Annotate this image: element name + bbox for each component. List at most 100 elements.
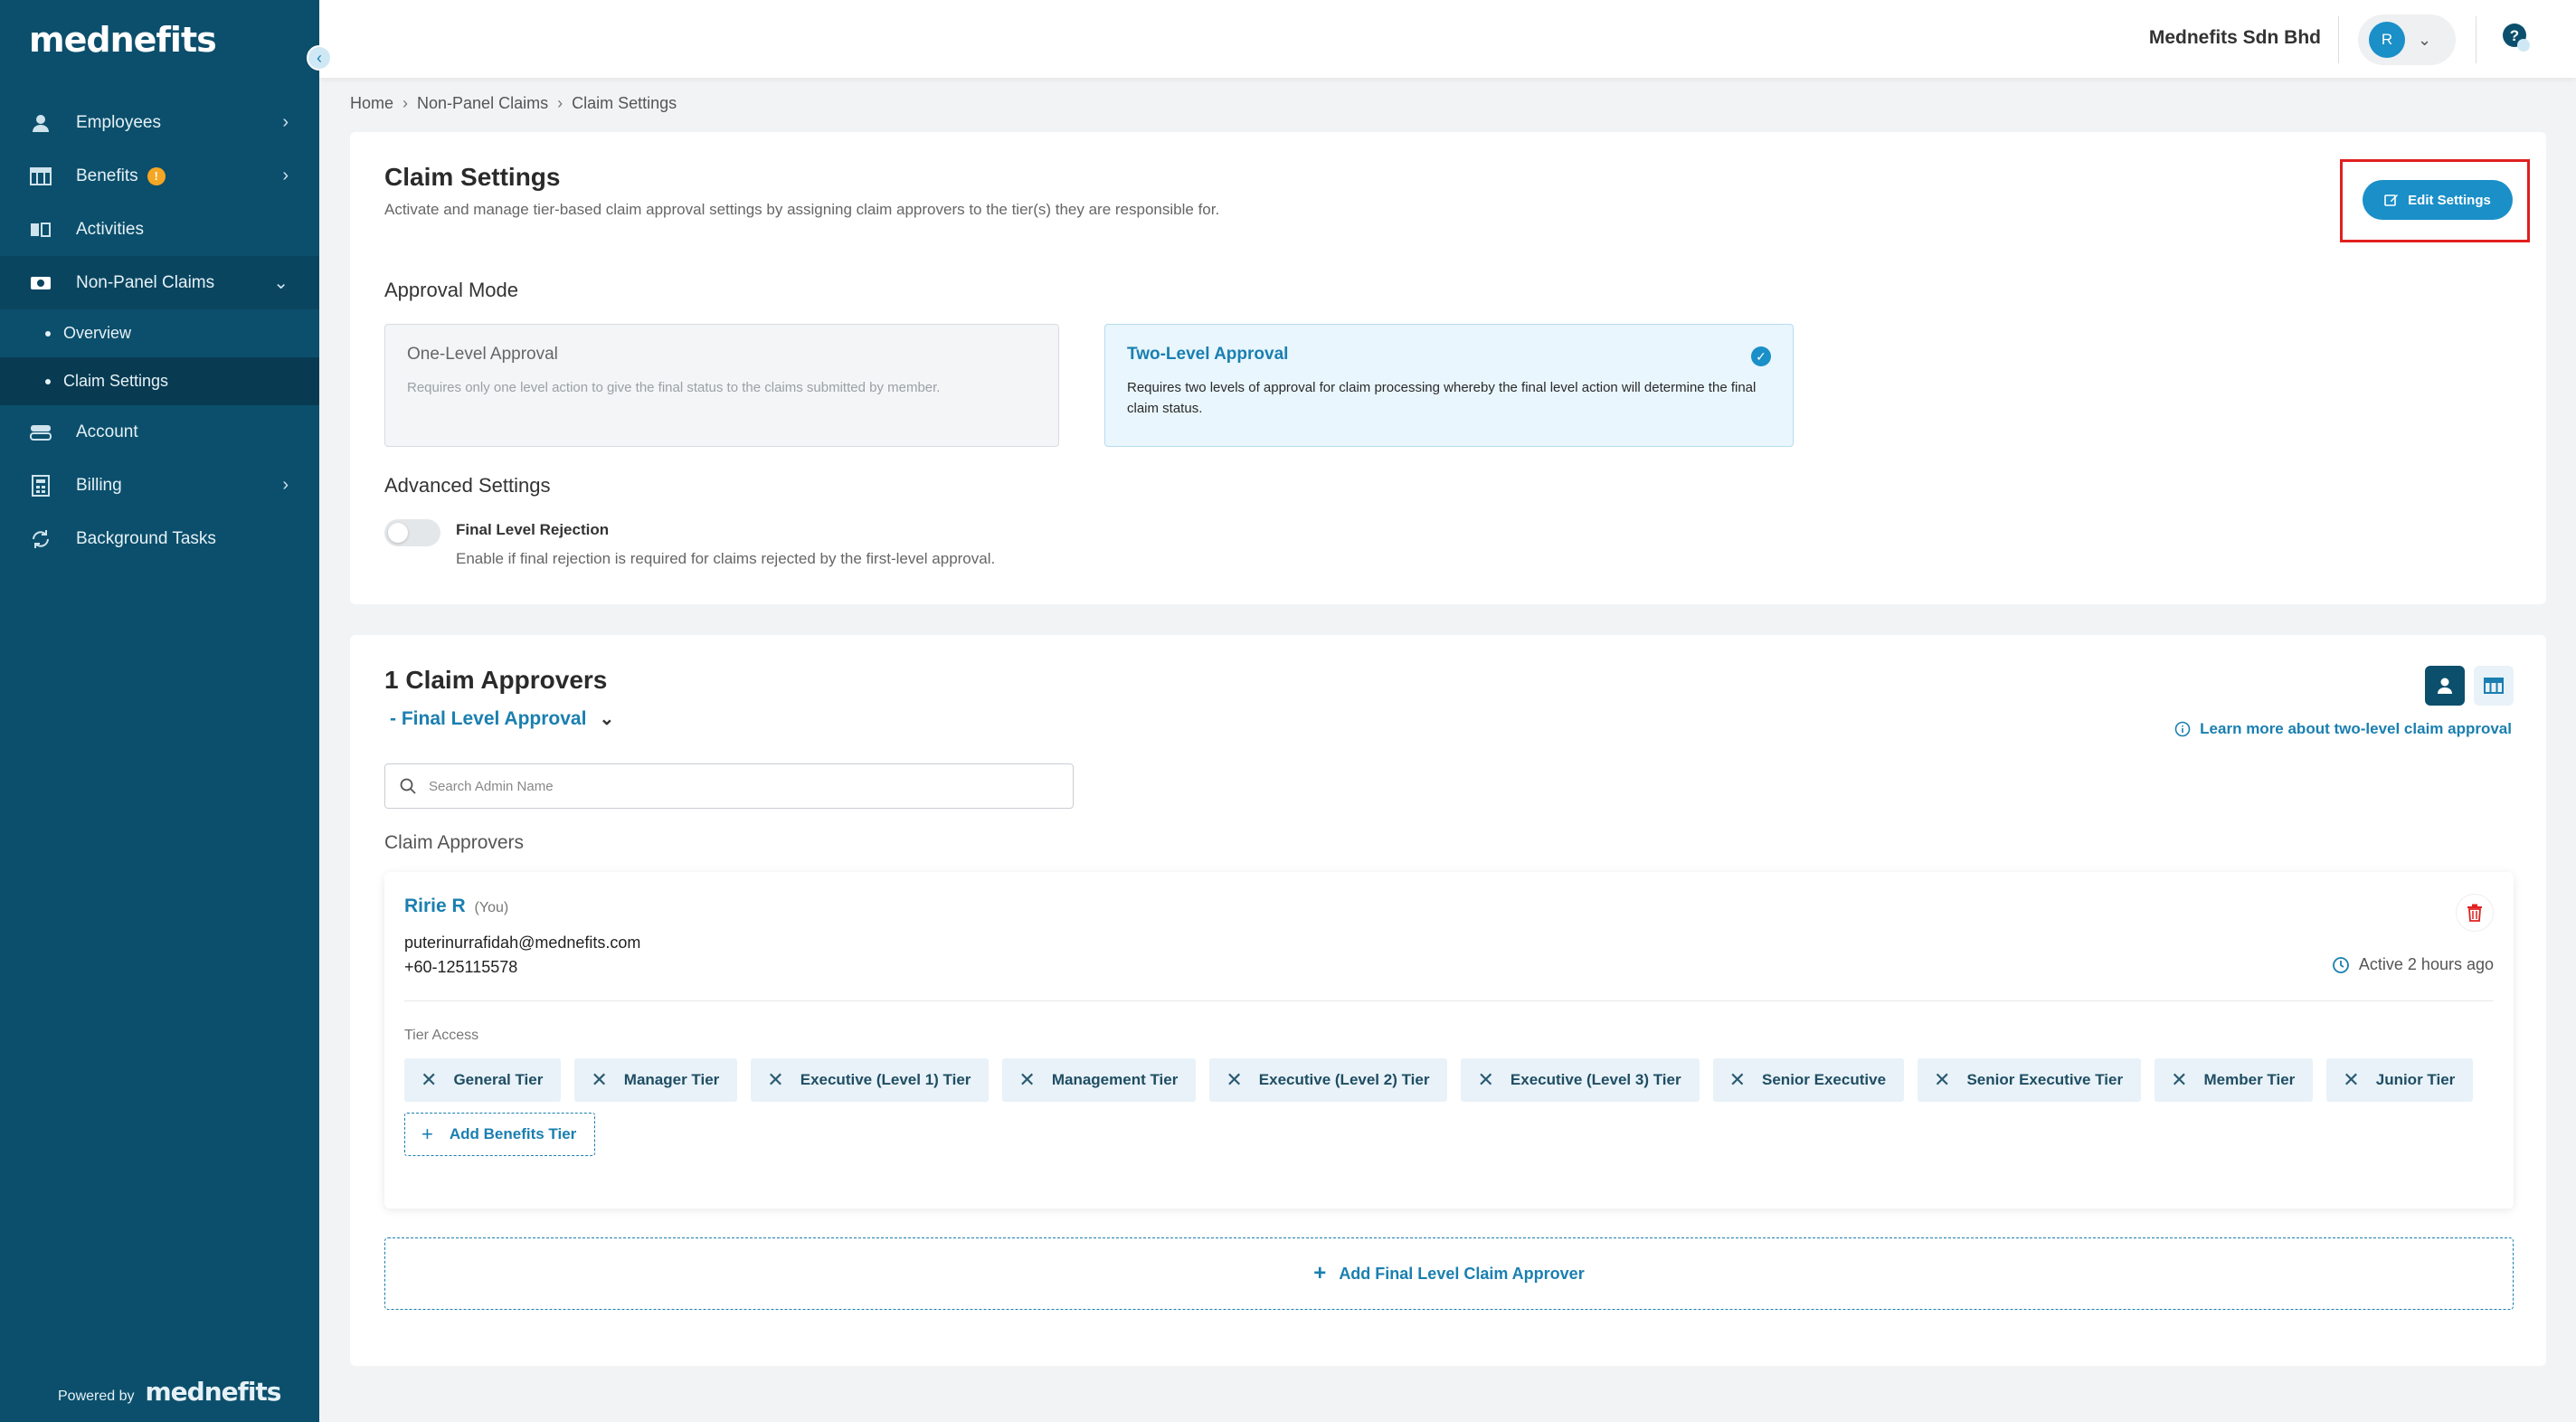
page-description: Activate and manage tier-based claim app… bbox=[384, 201, 1220, 218]
delete-approver-button[interactable] bbox=[2456, 894, 2494, 932]
toggle-label: Final Level Rejection bbox=[456, 521, 610, 538]
add-final-level-approver-button[interactable]: + Add Final Level Claim Approver bbox=[384, 1237, 2514, 1310]
learn-more-link[interactable]: Learn more about two-level claim approva… bbox=[2174, 720, 2512, 738]
sidebar-item-employees[interactable]: Employees › bbox=[0, 96, 319, 149]
tier-label: Executive (Level 3) Tier bbox=[1510, 1071, 1681, 1088]
breadcrumb-home[interactable]: Home bbox=[350, 94, 393, 113]
chevron-down-icon: ⌄ bbox=[2418, 30, 2432, 49]
remove-tier-icon[interactable]: ✕ bbox=[1018, 1070, 1035, 1090]
help-icon[interactable]: ? bbox=[2500, 22, 2533, 54]
you-tag: (You) bbox=[474, 900, 509, 915]
trash-icon bbox=[2467, 904, 2482, 922]
add-benefits-tier-button[interactable]: + Add Benefits Tier bbox=[404, 1113, 596, 1156]
last-active-status: Active 2 hours ago bbox=[2332, 955, 2494, 974]
plus-icon: + bbox=[1313, 1261, 1327, 1285]
remove-tier-icon[interactable]: ✕ bbox=[1477, 1070, 1493, 1090]
divider bbox=[2476, 16, 2477, 63]
sidebar-item-label: Background Tasks bbox=[76, 528, 216, 548]
clock-icon bbox=[2333, 956, 2349, 973]
search-icon bbox=[400, 778, 416, 794]
table-view-button[interactable] bbox=[2474, 666, 2514, 706]
tier-chip: ✕ Executive (Level 3) Tier bbox=[1461, 1058, 1700, 1102]
mode-title: One-Level Approval bbox=[407, 345, 558, 364]
breadcrumb-current: Claim Settings bbox=[572, 94, 677, 112]
sidebar-item-label: Billing bbox=[76, 475, 122, 495]
approval-level-label: - Final Level Approval bbox=[390, 707, 587, 729]
card-view-button[interactable] bbox=[2425, 666, 2465, 706]
remove-tier-icon[interactable]: ✕ bbox=[1934, 1070, 1950, 1090]
tier-label: Member Tier bbox=[2203, 1071, 2296, 1088]
one-level-approval-option[interactable]: One-Level Approval Requires only one lev… bbox=[384, 324, 1059, 447]
tier-label: General Tier bbox=[453, 1071, 544, 1088]
breadcrumb-non-panel-claims[interactable]: Non-Panel Claims bbox=[417, 94, 548, 113]
remove-tier-icon[interactable]: ✕ bbox=[1729, 1070, 1746, 1090]
tier-label: Senior Executive bbox=[1762, 1071, 1887, 1088]
approvers-title: 1 Claim Approvers bbox=[384, 666, 608, 694]
claim-approvers-card: 1 Claim Approvers - Final Level Approval… bbox=[350, 635, 2546, 1366]
claim-settings-card: Claim Settings Activate and manage tier-… bbox=[350, 132, 2546, 604]
bullet-icon bbox=[45, 378, 51, 384]
sidebar-item-label: Account bbox=[76, 422, 138, 441]
sidebar-subitem-claim-settings[interactable]: Claim Settings bbox=[0, 357, 319, 405]
mednefits-logo[interactable]: mednefits bbox=[29, 20, 217, 60]
user-menu-button[interactable]: R ⌄ bbox=[2358, 14, 2456, 65]
advanced-settings-title: Advanced Settings bbox=[384, 474, 551, 497]
add-final-label: Add Final Level Claim Approver bbox=[1339, 1264, 1585, 1283]
warning-badge: ! bbox=[147, 166, 166, 185]
sidebar-item-account[interactable]: Account bbox=[0, 405, 319, 459]
collapse-sidebar-button[interactable]: ‹ bbox=[307, 45, 332, 71]
tier-label: Junior Tier bbox=[2375, 1071, 2456, 1088]
tier-chips: ✕ General Tier ✕ Manager Tier ✕ Executive (… bbox=[404, 1058, 2494, 1156]
chevron-right-icon: › bbox=[282, 112, 289, 132]
remove-tier-icon[interactable]: ✕ bbox=[2343, 1070, 2359, 1090]
sidebar-item-activities[interactable]: Activities bbox=[0, 203, 319, 256]
approver-name-text: Ririe R bbox=[404, 896, 466, 916]
remove-tier-icon[interactable]: ✕ bbox=[2171, 1070, 2187, 1090]
table-icon bbox=[2484, 678, 2504, 694]
plus-icon: + bbox=[421, 1123, 433, 1145]
approver-name[interactable]: Ririe R (You) bbox=[404, 896, 508, 917]
sidebar-item-label: Benefits bbox=[76, 166, 138, 185]
person-icon bbox=[29, 113, 52, 133]
sidebar-item-label: Activities bbox=[76, 219, 144, 239]
tier-label: Executive (Level 2) Tier bbox=[1258, 1071, 1430, 1088]
tier-chip: ✕ Junior Tier bbox=[2326, 1058, 2474, 1102]
sidebar-item-background-tasks[interactable]: Background Tasks bbox=[0, 512, 319, 565]
tier-access-label: Tier Access bbox=[404, 1028, 479, 1043]
account-icon bbox=[29, 422, 52, 442]
tier-chip: ✕ Senior Executive Tier bbox=[1918, 1058, 2142, 1102]
search-admin-field[interactable] bbox=[384, 763, 1074, 809]
tier-label: Management Tier bbox=[1051, 1071, 1179, 1088]
powered-by: Powered by mednefits bbox=[58, 1377, 281, 1407]
sidebar-item-benefits[interactable]: Benefits ! › bbox=[0, 149, 319, 203]
approval-level-dropdown[interactable]: - Final Level Approval ⌄ bbox=[390, 707, 614, 730]
check-circle-icon: ✓ bbox=[1751, 346, 1771, 366]
billing-icon bbox=[29, 474, 52, 497]
tier-label: Executive (Level 1) Tier bbox=[800, 1071, 971, 1088]
search-admin-input[interactable] bbox=[429, 778, 1044, 794]
remove-tier-icon[interactable]: ✕ bbox=[1226, 1070, 1242, 1090]
remove-tier-icon[interactable]: ✕ bbox=[421, 1070, 437, 1090]
sidebar-subitem-overview[interactable]: Overview bbox=[0, 309, 319, 357]
sidebar-item-billing[interactable]: Billing › bbox=[0, 459, 319, 512]
remove-tier-icon[interactable]: ✕ bbox=[767, 1070, 783, 1090]
approver-phone: +60-125115578 bbox=[404, 958, 518, 976]
topbar: Mednefits Sdn Bhd R ⌄ ? bbox=[319, 0, 2576, 78]
chevron-right-icon: › bbox=[557, 94, 564, 112]
svg-text:?: ? bbox=[2510, 27, 2519, 44]
tier-chip: ✕ Executive (Level 2) Tier bbox=[1209, 1058, 1448, 1102]
final-level-rejection-toggle[interactable] bbox=[384, 519, 440, 546]
chevron-down-icon: ⌄ bbox=[273, 273, 289, 293]
sidebar-subitem-label: Overview bbox=[63, 324, 132, 342]
learn-more-label: Learn more about two-level claim approva… bbox=[2200, 720, 2512, 737]
refresh-icon bbox=[29, 529, 52, 549]
two-level-approval-option[interactable]: Two-Level Approval Requires two levels o… bbox=[1104, 324, 1794, 447]
page-title: Claim Settings bbox=[384, 163, 561, 191]
approval-mode-title: Approval Mode bbox=[384, 279, 518, 301]
info-icon bbox=[2174, 721, 2191, 737]
sidebar-item-non-panel-claims[interactable]: Non-Panel Claims ⌄ bbox=[0, 256, 319, 309]
mode-description: Requires two levels of approval for clai… bbox=[1127, 380, 1757, 416]
remove-tier-icon[interactable]: ✕ bbox=[591, 1070, 607, 1090]
sidebar-subitem-label: Claim Settings bbox=[63, 372, 169, 390]
edit-settings-button[interactable]: Edit Settings bbox=[2363, 180, 2513, 220]
